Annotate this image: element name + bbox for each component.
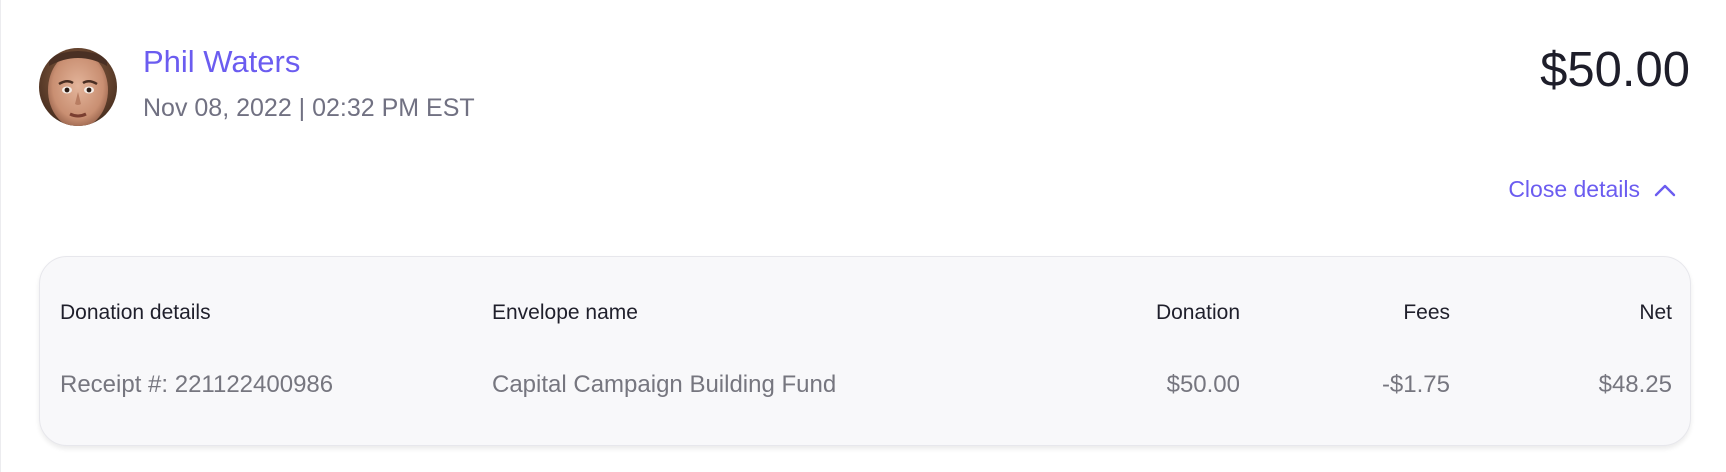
receipt-number: Receipt #: 221122400986 [60, 371, 334, 398]
donation-entry: Phil Waters Nov 08, 2022 | 02:32 PM EST … [0, 0, 1726, 472]
close-details-label: Close details [1508, 176, 1640, 202]
avatar-photo [39, 48, 117, 126]
donation-amount: $50.00 [1166, 371, 1240, 398]
column-header-donation-details: Donation details [60, 301, 211, 324]
column-header-fees: Fees [1403, 301, 1450, 324]
fees-amount: -$1.75 [1381, 371, 1450, 398]
chevron-up-icon [1654, 184, 1676, 196]
donor-name-link[interactable]: Phil Waters [143, 44, 300, 80]
close-details-button[interactable]: Close details [1508, 176, 1676, 203]
net-amount: $48.25 [1598, 371, 1672, 398]
column-header-donation: Donation [1155, 301, 1240, 324]
donation-timestamp: Nov 08, 2022 | 02:32 PM EST [143, 94, 475, 122]
donation-total: $50.00 [1540, 43, 1690, 97]
column-header-envelope-name: Envelope name [492, 301, 638, 324]
avatar[interactable] [39, 48, 117, 126]
donation-details-table: Donation details Envelope name Donation … [39, 256, 1691, 446]
envelope-name: Capital Campaign Building Fund [492, 371, 837, 398]
column-header-net: Net [1639, 301, 1672, 324]
